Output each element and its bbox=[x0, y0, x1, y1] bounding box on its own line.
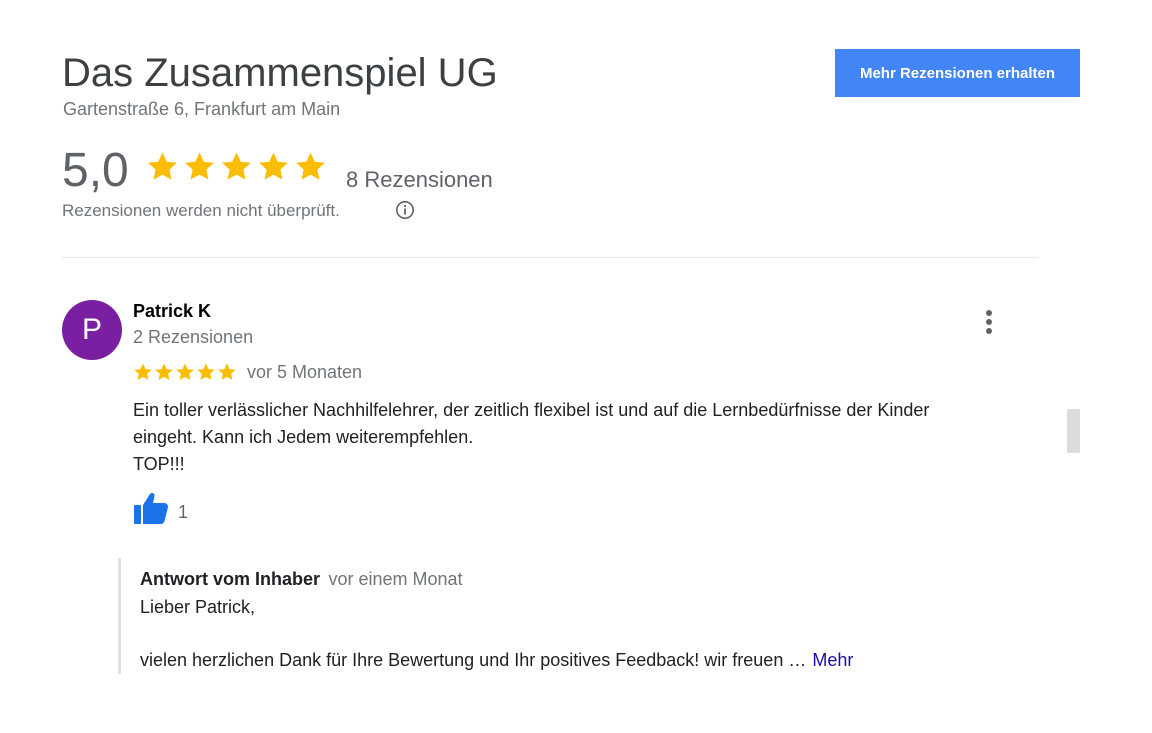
owner-reply-text: vielen herzlichen Dank für Ihre Bewertun… bbox=[140, 648, 853, 672]
star-icon bbox=[176, 363, 194, 380]
review-text-line: eingeht. Kann ich Jedem weiterempfehlen. bbox=[133, 427, 474, 447]
star-icon bbox=[218, 363, 236, 380]
owner-reply-greeting: Lieber Patrick, bbox=[140, 597, 256, 617]
review-text-line: Ein toller verlässlicher Nachhilfelehrer… bbox=[133, 400, 930, 420]
owner-reply-header: Antwort vom Inhaber vor einem Monat bbox=[140, 568, 463, 592]
star-icon bbox=[222, 152, 251, 180]
review-text-line: TOP!!! bbox=[133, 454, 185, 474]
more-vert-icon[interactable] bbox=[976, 306, 1002, 338]
star-icon bbox=[148, 152, 177, 180]
reply-quote-bar bbox=[118, 558, 121, 674]
owner-reply-text-snippet: vielen herzlichen Dank für Ihre Bewertun… bbox=[140, 650, 807, 670]
reviewer-name[interactable]: Patrick K bbox=[133, 300, 211, 322]
reviewer-review-count: 2 Rezensionen bbox=[133, 327, 254, 347]
rating-value: 5,0 bbox=[62, 144, 129, 197]
star-icon bbox=[296, 152, 325, 180]
thumbs-up-icon[interactable] bbox=[133, 492, 169, 530]
business-name: Das Zusammenspiel UG bbox=[62, 51, 498, 95]
owner-reply-date: vor einem Monat bbox=[328, 569, 463, 589]
star-icon bbox=[197, 363, 215, 380]
review-stars bbox=[133, 362, 237, 382]
star-icon bbox=[259, 152, 288, 180]
rating-stars bbox=[146, 150, 327, 183]
section-divider bbox=[62, 257, 1038, 258]
star-icon bbox=[155, 363, 173, 380]
info-icon[interactable] bbox=[395, 200, 415, 225]
reply-more-link[interactable]: Mehr bbox=[812, 650, 853, 670]
like-count: 1 bbox=[178, 502, 189, 522]
review-text: Ein toller verlässlicher Nachhilfelehrer… bbox=[133, 397, 1033, 478]
owner-reply-author: Antwort vom Inhaber bbox=[140, 569, 321, 589]
scrollbar-thumb[interactable] bbox=[1067, 409, 1080, 453]
reviews-not-verified-note: Rezensionen werden nicht überprüft. bbox=[62, 201, 340, 220]
business-address: Gartenstraße 6, Frankfurt am Main bbox=[63, 99, 341, 119]
star-icon bbox=[134, 363, 152, 380]
avatar[interactable]: P bbox=[62, 300, 122, 360]
get-more-reviews-button[interactable]: Mehr Rezensionen erhalten bbox=[835, 49, 1080, 97]
star-icon bbox=[185, 152, 214, 180]
review-count: 8 Rezensionen bbox=[346, 167, 493, 192]
review-date: vor 5 Monaten bbox=[247, 362, 363, 382]
